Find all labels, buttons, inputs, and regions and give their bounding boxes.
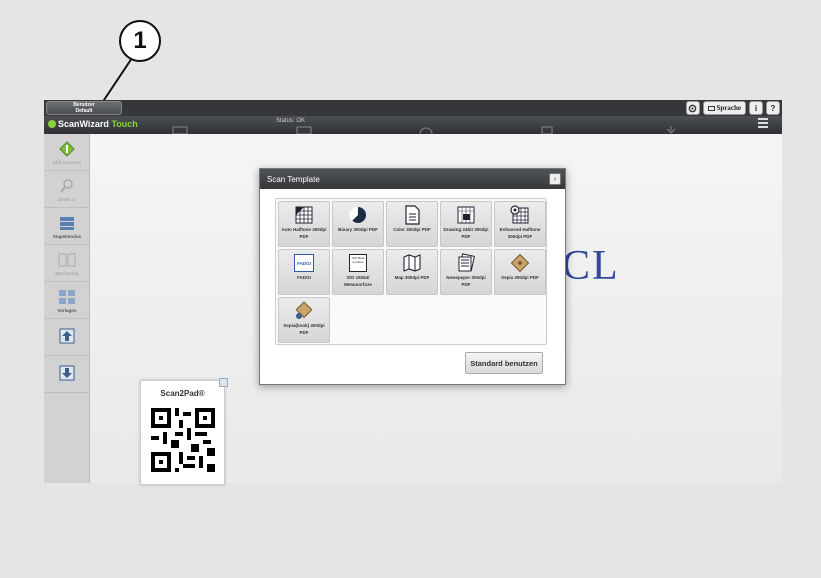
dialog-header: Scan Template › [260,169,565,189]
language-icon [707,105,715,111]
template-label: Enhanced Halftone 300dpi PDF [499,227,541,239]
brand-name: ScanWizard [58,119,109,129]
monitor-icon [58,251,76,269]
sidebar-item-download[interactable] [44,356,90,393]
template-tile-sepia-book[interactable]: Sepia(book) 300dpi PDF [278,297,330,343]
sidebar-item-batch[interactable]: Stapelmodus [44,208,90,245]
template-label: Map 300dpi PDF [394,275,430,280]
crop-tool-icon[interactable] [172,126,188,135]
brand-mark-icon [48,120,56,128]
scan-diamond-icon [58,140,76,158]
language-label: Sprache [716,104,742,112]
rotate-tool-icon[interactable] [419,126,433,141]
template-tile-auto-halftone[interactable]: Auto Halftone 300dpi PDF [278,201,330,247]
scan2pad-panel[interactable]: Scan2Pad® [140,378,228,485]
document-icon [401,204,423,226]
template-label: FADGI [297,275,311,280]
download-icon [58,364,76,382]
dialog-close-button[interactable]: › [549,173,561,185]
top-right-controls: Sprache i ? [685,101,780,115]
scan2pad-title: Scan2Pad® [160,389,205,398]
zoom-icon [58,177,76,195]
callout-number: 1 [119,20,161,62]
sidebar: Bild Scannen Zoom in Stapelmodus Monitor… [44,134,90,483]
fadgi-icon: FADGI [293,252,315,274]
template-label: Color 300dpi PDF [393,227,431,232]
template-tile-binary[interactable]: Binary 300dpi PDF [332,201,384,247]
menu-icon[interactable] [758,118,768,130]
sidebar-item-upload[interactable] [44,319,90,356]
sidebar-item-monitoring[interactable]: Monitoring [44,245,90,282]
info-button[interactable]: i [749,101,763,115]
sidebar-item-templates[interactable]: Vorlagen [44,282,90,319]
template-tile-color[interactable]: Color 300dpi PDF [386,201,438,247]
newspaper-icon [455,252,477,274]
settings-gear-icon[interactable] [685,101,700,115]
template-grid: Auto Halftone 300dpi PDF Binary 300dpi P… [275,198,547,345]
user-button[interactable]: Benutzer Default [46,101,122,115]
template-label: Drawing 24bit 300dpi PDF [443,227,489,239]
template-tile-enhanced-halftone[interactable]: Enhanced Halftone 300dpi PDF [494,201,546,247]
main-toolbar: ScanWizard Touch Status: OK [44,116,782,141]
template-label: Sepia 300dpi PDF [501,275,539,280]
template-tile-newspaper[interactable]: Newspaper 300dpi PDF [440,249,492,295]
upload-icon [58,327,76,345]
page: 1 Benutzer Default Sprache i ? ScanWizar… [0,0,821,578]
iso-icon: ISO Meta morfoze [347,252,369,274]
template-label: Binary 300dpi PDF [338,227,378,232]
info-icon: i [754,103,758,113]
use-standard-button[interactable]: Standard benutzen [465,352,543,374]
template-label: Auto Halftone 300dpi PDF [281,227,327,239]
template-tile-drawing[interactable]: Drawing 24bit 300dpi PDF [440,201,492,247]
top-bar: Benutzer Default Sprache i ? [44,100,782,116]
sepia-icon [509,252,531,274]
sidebar-item-label: Monitoring [55,270,79,276]
help-button[interactable]: ? [766,101,780,115]
template-tile-fadgi[interactable]: FADGI FADGI [278,249,330,295]
drawing-icon [455,204,477,226]
template-tile-map[interactable]: Map 300dpi PDF [386,249,438,295]
sepia-book-icon [293,300,315,322]
help-icon: ? [770,103,776,113]
fadgi-icon-text: FADGI [294,254,314,272]
stack-icon [58,214,76,232]
map-icon [401,252,423,274]
sidebar-item-label: Zoom in [58,196,76,202]
save-tool-icon[interactable] [664,126,678,134]
iso-icon-text: ISO Meta morfoze [349,254,367,272]
template-tile-iso[interactable]: ISO Meta morfoze ISO 19264/ Metamorfoze [332,249,384,295]
language-button[interactable]: Sprache [702,101,746,115]
enhanced-halftone-icon [509,204,531,226]
template-tile-sepia[interactable]: Sepia 300dpi PDF [494,249,546,295]
brand-suffix: Touch [111,119,138,129]
sidebar-item-label: Bild Scannen [52,159,82,165]
template-label: Sepia(book) 300dpi PDF [283,323,325,335]
close-arrow-icon: › [553,175,557,183]
qr-code-icon [151,408,215,472]
sidebar-item-zoom[interactable]: Zoom in [44,171,90,208]
templates-icon [58,288,76,306]
sidebar-item-label: Stapelmodus [52,233,82,239]
scan-template-dialog: Scan Template › Auto Halftone 300dpi PDF… [259,168,566,385]
binary-circle-icon [347,204,369,226]
brand-logo: ScanWizard Touch [48,119,138,129]
halftone-grid-icon [293,204,315,226]
status-text: Status: OK [276,118,306,124]
edit-tool-icon[interactable] [540,126,554,135]
scan2pad-minimize-icon[interactable] [219,378,228,387]
dialog-title: Scan Template [267,175,320,184]
sidebar-item-label: Vorlagen [57,307,77,313]
template-label: Newspaper 300dpi PDF [446,275,486,287]
user-button-name: Default [75,108,93,114]
grid-tool-icon[interactable] [296,126,312,135]
sidebar-item-scan[interactable]: Bild Scannen [44,134,90,171]
background-logo: CL [562,243,620,289]
template-label: ISO 19264/ Metamorfoze [344,275,372,287]
